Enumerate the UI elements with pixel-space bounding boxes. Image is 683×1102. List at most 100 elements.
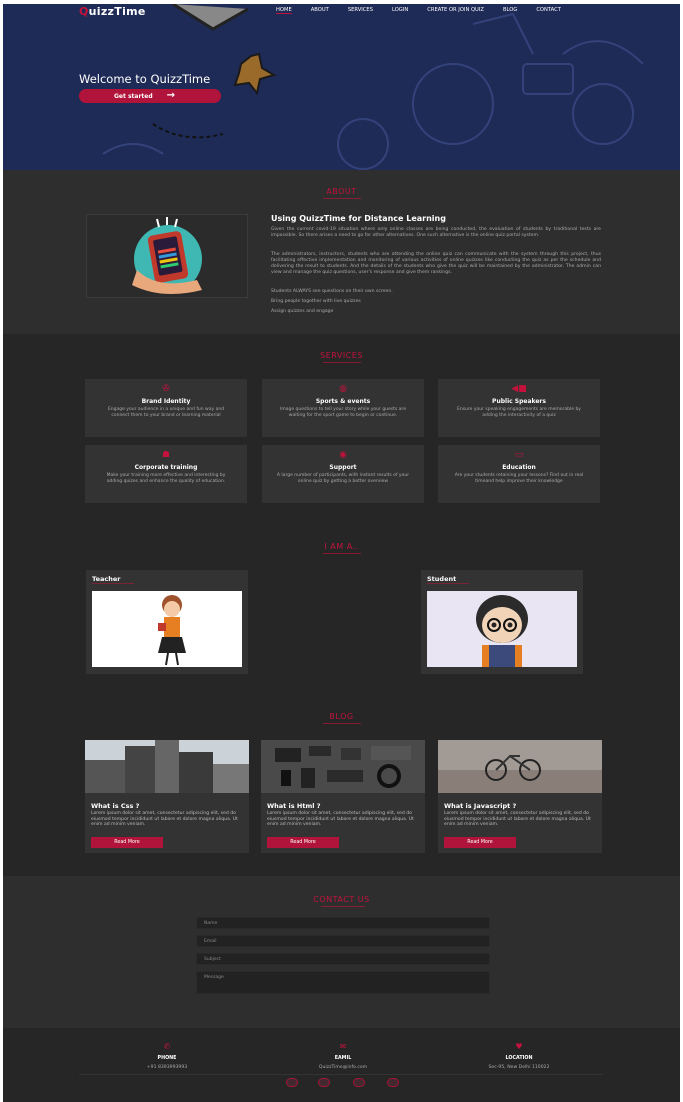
hero-title: Welcome to QuizzTime (79, 72, 211, 86)
envelope-icon: ✉ (339, 1042, 347, 1051)
contact-title: CONTACT US (313, 895, 370, 904)
service-title: Support (329, 464, 357, 471)
student-label: Student (427, 575, 457, 583)
hero-doodle-background (3, 4, 680, 170)
message-textarea[interactable]: Message (196, 971, 490, 994)
contact-section: CONTACT US Name Email Subject Message (3, 876, 680, 1028)
footer-location: ♥ LOCATION Sec-95, New Delhi 110022 (459, 1042, 579, 1070)
student-card[interactable]: Student (421, 570, 583, 674)
get-started-button[interactable]: Get started → (79, 89, 221, 103)
bullhorn-icon: ✇ (162, 384, 170, 394)
logo-text: uizzTime (88, 5, 146, 18)
teacher-illustration (92, 591, 242, 667)
about-paragraph-1: Given the current covid-19 situation whe… (271, 227, 601, 238)
basketball-icon: ◍ (339, 384, 347, 394)
linkedin-icon[interactable] (387, 1078, 399, 1087)
about-heading: Using QuizzTime for Distance Learning (271, 214, 446, 223)
read-more-button[interactable]: Read More (267, 837, 339, 848)
service-desc: Make your training more effective and in… (106, 473, 226, 484)
services-title-underline (323, 362, 361, 363)
about-title: ABOUT (326, 187, 357, 196)
logo-q: Q (79, 5, 89, 18)
email-label: EAMIL (334, 1056, 352, 1061)
nav-services[interactable]: SERVICES (348, 7, 373, 14)
blog-post-title: What is Javascript ? (444, 802, 517, 810)
service-title: Sports & events (315, 398, 371, 405)
footer-divider (79, 1074, 603, 1075)
get-started-label: Get started (114, 92, 153, 100)
blog-title: BLOG (329, 712, 354, 721)
nav-blog[interactable]: BLOG (503, 7, 517, 14)
location-value: Sec-95, New Delhi 110022 (488, 1065, 550, 1070)
instagram-icon[interactable] (353, 1078, 365, 1087)
service-card-brand-identity[interactable]: ✇ Brand Identity Engage your audience in… (85, 379, 247, 437)
iam-title-underline (323, 553, 361, 554)
logo[interactable]: QuizzTime (79, 5, 146, 18)
service-card-corporate-training[interactable]: ☗ Corporate training Make your training … (85, 445, 247, 503)
laptop-icon: ▭ (514, 450, 524, 460)
main-nav: HOME ABOUT SERVICES LOGIN CREATE OR JOIN… (276, 7, 580, 14)
blog-image-gadgets (261, 740, 425, 793)
service-title: Public Speakers (492, 398, 546, 405)
blog-post-desc: Lorem ipsum dolor sit amet, consectetur … (444, 811, 591, 828)
teacher-label: Teacher (92, 575, 121, 583)
nav-login[interactable]: LOGIN (392, 7, 408, 14)
iam-title: I AM A.. (324, 542, 359, 551)
blog-card-css[interactable]: What is Css ? Lorem ipsum dolor sit amet… (85, 740, 249, 853)
service-card-sports-events[interactable]: ◍ Sports & events Image questions to tel… (262, 379, 424, 437)
service-card-support[interactable]: ◉ Support A large number of participants… (262, 445, 424, 503)
blog-image-bicycle (438, 740, 602, 793)
services-title: SERVICES (320, 351, 363, 360)
phone-icon: ✆ (163, 1042, 171, 1051)
about-paragraph-5: Assign quizzes and engage (271, 309, 334, 314)
contact-title-underline (321, 906, 365, 907)
service-desc: Image questions to tell your story while… (280, 407, 406, 418)
about-paragraph-3: Students ALWAYS see questions on their o… (271, 289, 393, 294)
nav-create-join-quiz[interactable]: CREATE OR JOIN QUIZ (427, 7, 484, 14)
service-desc: Are your students retaining your lessons… (454, 473, 584, 484)
map-marker-icon: ♥ (515, 1042, 523, 1051)
name-input[interactable]: Name (196, 917, 490, 929)
service-card-public-speakers[interactable]: ◀■ Public Speakers Ensure your speaking … (438, 379, 600, 437)
facebook-icon[interactable] (286, 1078, 298, 1087)
services-section: SERVICES ✇ Brand Identity Engage your au… (3, 334, 680, 554)
email-input[interactable]: Email (196, 935, 490, 947)
blog-post-title: What is Css ? (91, 802, 140, 810)
student-underline (427, 583, 469, 584)
blog-post-desc: Lorem ipsum dolor sit amet, consectetur … (267, 811, 414, 828)
blog-card-javascript[interactable]: What is Javascript ? Lorem ipsum dolor s… (438, 740, 602, 853)
phone-label: PHONE (157, 1056, 177, 1061)
about-section: ABOUT Using QuizzTime for Distance Learn… (3, 170, 680, 334)
nav-contact[interactable]: CONTACT (536, 7, 561, 14)
blog-post-title: What is Html ? (267, 802, 321, 810)
service-desc: Ensure your speaking engagements are mem… (457, 407, 581, 418)
nav-about[interactable]: ABOUT (311, 7, 329, 14)
about-paragraph-4: Bring people together with live quizzes (271, 299, 361, 304)
blog-card-html[interactable]: What is Html ? Lorem ipsum dolor sit ame… (261, 740, 425, 853)
headset-icon: ◉ (339, 450, 347, 460)
arrow-right-icon: → (166, 90, 176, 101)
student-illustration (427, 591, 577, 667)
twitter-icon[interactable] (318, 1078, 330, 1087)
subject-input[interactable]: Subject (196, 953, 490, 965)
email-value[interactable]: QuizzTime@info.com (283, 1065, 403, 1070)
footer: ✆ PHONE +91 8393993993 ✉ EAMIL QuizzTime… (3, 1028, 680, 1102)
about-paragraph-2: The administrators, instructors, student… (271, 252, 601, 275)
footer-phone: ✆ PHONE +91 8393993993 (107, 1042, 227, 1070)
service-desc: Engage your audience in a unique and fun… (107, 407, 225, 418)
blog-post-desc: Lorem ipsum dolor sit amet, consectetur … (91, 811, 238, 828)
teacher-underline (92, 583, 134, 584)
nav-home[interactable]: HOME (276, 7, 292, 14)
location-label: LOCATION (505, 1056, 533, 1061)
teacher-card[interactable]: Teacher (86, 570, 248, 674)
service-title: Corporate training (134, 464, 198, 471)
read-more-button[interactable]: Read More (444, 837, 516, 848)
about-illustration (86, 214, 248, 298)
user-tie-icon: ☗ (161, 450, 171, 460)
megaphone-icon: ◀■ (511, 384, 527, 394)
blog-image-buildings (85, 740, 249, 793)
page: QuizzTime HOME ABOUT SERVICES LOGIN CREA… (3, 4, 680, 1102)
service-card-education[interactable]: ▭ Education Are your students retaining … (438, 445, 600, 503)
phone-value: +91 8393993993 (146, 1065, 188, 1070)
read-more-button[interactable]: Read More (91, 837, 163, 848)
